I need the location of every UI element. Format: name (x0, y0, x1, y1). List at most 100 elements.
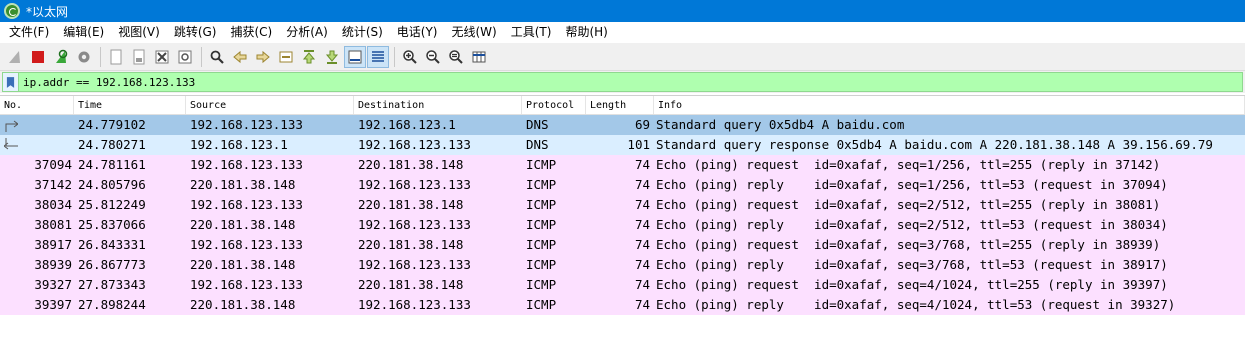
packet-row[interactable]: 39397 27.898244 220.181.38.148 192.168.1… (0, 295, 1245, 315)
packet-info: Echo (ping) request id=0xafaf, seq=1/256… (656, 157, 1161, 172)
column-header-time[interactable]: Time (74, 96, 186, 114)
packet-length: 101 (627, 137, 650, 152)
packet-length: 74 (634, 217, 650, 232)
menu-help[interactable]: 帮助(H) (558, 22, 614, 43)
packet-time: 24.779102 (78, 117, 146, 132)
autoscroll-icon[interactable] (344, 45, 366, 68)
packet-no: 38034 (34, 197, 72, 212)
packet-row[interactable]: 37090 24.779102 192.168.123.133 192.168.… (0, 115, 1245, 135)
packet-row[interactable]: 38917 26.843331 192.168.123.133 220.181.… (0, 235, 1245, 255)
last-packet-icon[interactable] (321, 46, 343, 68)
packet-protocol: DNS (526, 117, 549, 132)
packet-destination: 220.181.38.148 (358, 197, 464, 212)
menu-wireless[interactable]: 无线(W) (445, 22, 504, 43)
open-file-icon[interactable] (105, 46, 127, 68)
reload-icon[interactable] (174, 46, 196, 68)
zoom-in-icon[interactable] (399, 46, 421, 68)
packet-source: 192.168.123.1 (190, 137, 288, 152)
packet-protocol: ICMP (526, 297, 557, 312)
packet-row[interactable]: 37142 24.805796 220.181.38.148 192.168.1… (0, 175, 1245, 195)
bookmark-icon[interactable] (3, 73, 19, 91)
menu-telephony[interactable]: 电话(Y) (390, 22, 445, 43)
packet-time: 25.837066 (78, 217, 146, 232)
menu-view[interactable]: 视图(V) (111, 22, 167, 43)
packet-info: Echo (ping) reply id=0xafaf, seq=3/768, … (656, 257, 1168, 272)
packet-row[interactable]: 37094 24.781161 192.168.123.133 220.181.… (0, 155, 1245, 175)
column-header-info[interactable]: Info (654, 96, 1245, 114)
column-header-length[interactable]: Length (586, 96, 654, 114)
main-toolbar (0, 43, 1245, 71)
packet-destination: 220.181.38.148 (358, 157, 464, 172)
menu-bar: 文件(F) 编辑(E) 视图(V) 跳转(G) 捕获(C) 分析(A) 统计(S… (0, 22, 1245, 43)
packet-destination: 192.168.123.133 (358, 177, 471, 192)
packet-time: 26.867773 (78, 257, 146, 272)
packet-row[interactable]: 38034 25.812249 192.168.123.133 220.181.… (0, 195, 1245, 215)
packet-no: 37094 (34, 157, 72, 172)
packet-length: 74 (634, 237, 650, 252)
packet-no: 39397 (34, 297, 72, 312)
packet-time: 27.898244 (78, 297, 146, 312)
menu-edit[interactable]: 编辑(E) (56, 22, 111, 43)
packet-no: 38081 (34, 217, 72, 232)
packet-time: 25.812249 (78, 197, 146, 212)
menu-analyze[interactable]: 分析(A) (279, 22, 335, 43)
menu-file[interactable]: 文件(F) (2, 22, 56, 43)
window-title: *以太网 (26, 4, 69, 19)
column-header-protocol[interactable]: Protocol (522, 96, 586, 114)
packet-source: 192.168.123.133 (190, 237, 303, 252)
column-header-destination[interactable]: Destination (354, 96, 522, 114)
packet-time: 24.781161 (78, 157, 146, 172)
packet-length: 69 (634, 117, 650, 132)
options-gear-icon[interactable] (73, 46, 95, 68)
packet-protocol: ICMP (526, 157, 557, 172)
wireshark-logo-icon (4, 3, 20, 19)
packet-length: 74 (634, 157, 650, 172)
menu-statistics[interactable]: 统计(S) (335, 22, 390, 43)
packet-protocol: ICMP (526, 217, 557, 232)
packet-destination: 220.181.38.148 (358, 277, 464, 292)
menu-go[interactable]: 跳转(G) (167, 22, 224, 43)
zoom-normal-icon[interactable] (445, 46, 467, 68)
first-packet-icon[interactable] (298, 46, 320, 68)
toolbar-separator (394, 46, 395, 67)
related-request-icon (5, 120, 18, 132)
display-filter-input[interactable]: ip.addr == 192.168.123.133 (2, 72, 1243, 92)
packet-destination: 192.168.123.133 (358, 137, 471, 152)
packet-source: 220.181.38.148 (190, 257, 296, 272)
packet-row[interactable]: 38081 25.837066 220.181.38.148 192.168.1… (0, 215, 1245, 235)
packet-no: 37093 (0, 135, 74, 155)
packet-no: 38917 (34, 237, 72, 252)
packet-time: 24.780271 (78, 137, 146, 152)
resize-columns-icon[interactable] (468, 46, 490, 68)
shark-fin-icon[interactable] (4, 46, 26, 68)
packet-row[interactable]: 37093 24.780271 192.168.123.1 192.168.12… (0, 135, 1245, 155)
packet-time: 27.873343 (78, 277, 146, 292)
restart-icon[interactable] (50, 46, 72, 68)
menu-tools[interactable]: 工具(T) (504, 22, 559, 43)
zoom-out-icon[interactable] (422, 46, 444, 68)
packet-protocol: ICMP (526, 237, 557, 252)
packet-length: 74 (634, 257, 650, 272)
packet-source: 192.168.123.133 (190, 277, 303, 292)
save-file-icon[interactable] (128, 46, 150, 68)
packet-info: Echo (ping) request id=0xafaf, seq=4/102… (656, 277, 1168, 292)
packet-destination: 192.168.123.133 (358, 217, 471, 232)
display-filter-value: ip.addr == 192.168.123.133 (23, 75, 196, 89)
packet-row[interactable]: 39327 27.873343 192.168.123.133 220.181.… (0, 275, 1245, 295)
packet-info: Standard query response 0x5db4 A baidu.c… (656, 137, 1213, 152)
forward-arrow-icon[interactable] (252, 46, 274, 68)
colorize-icon[interactable] (367, 45, 389, 68)
close-file-icon[interactable] (151, 46, 173, 68)
menu-capture[interactable]: 捕获(C) (223, 22, 279, 43)
packet-source: 220.181.38.148 (190, 177, 296, 192)
packet-row[interactable]: 38939 26.867773 220.181.38.148 192.168.1… (0, 255, 1245, 275)
find-icon[interactable] (206, 46, 228, 68)
column-header-no[interactable]: No. (0, 96, 74, 114)
stop-icon[interactable] (27, 46, 49, 68)
packet-protocol: ICMP (526, 197, 557, 212)
packet-source: 220.181.38.148 (190, 297, 296, 312)
back-arrow-icon[interactable] (229, 46, 251, 68)
column-header-source[interactable]: Source (186, 96, 354, 114)
packet-length: 74 (634, 197, 650, 212)
goto-packet-icon[interactable] (275, 46, 297, 68)
